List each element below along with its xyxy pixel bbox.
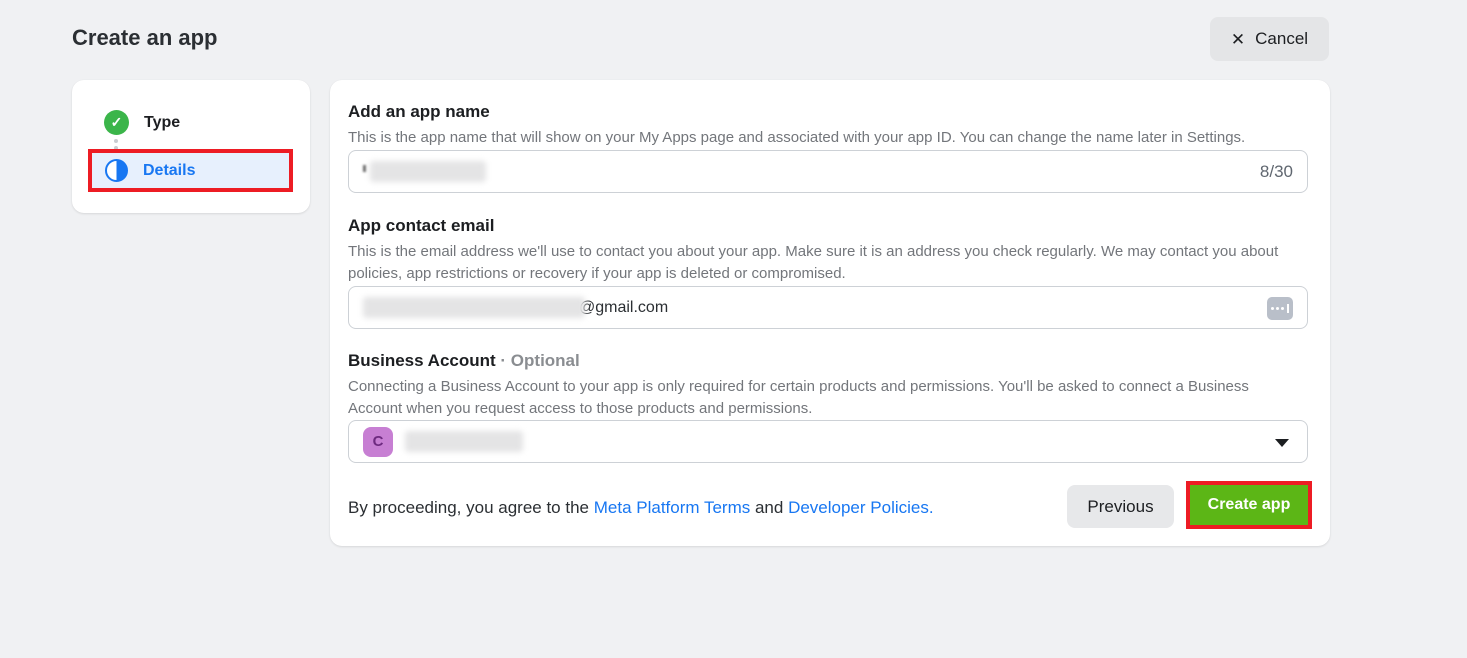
contact-email-label: App contact email <box>348 216 494 236</box>
stepper-item-type-label: Type <box>144 114 180 132</box>
details-form-card: Add an app name This is the app name tha… <box>330 80 1330 546</box>
close-icon: ✕ <box>1231 31 1245 48</box>
stepper-connector-dot <box>114 139 118 143</box>
annotation-box-details: Details <box>88 149 293 192</box>
contact-email-input[interactable]: @gmail.com <box>348 286 1308 329</box>
redacted-app-name-value <box>370 161 486 182</box>
annotation-box-create-app: Create app <box>1186 481 1312 529</box>
cancel-button-label: Cancel <box>1255 29 1308 49</box>
business-avatar: C <box>363 427 393 457</box>
app-name-label: Add an app name <box>348 102 490 122</box>
redacted-text-fragment <box>363 165 366 172</box>
email-visible-suffix: @gmail.com <box>579 299 668 317</box>
stepper-card: ✓ Type Details <box>72 80 310 213</box>
stepper-item-type[interactable]: ✓ Type <box>104 110 180 135</box>
developer-policies-link[interactable]: Developer Policies. <box>788 498 934 517</box>
autofill-extension-icon[interactable] <box>1267 297 1293 320</box>
stepper-item-details[interactable]: Details <box>92 153 289 188</box>
meta-platform-terms-link[interactable]: Meta Platform Terms <box>594 498 751 517</box>
optional-tag: · Optional <box>496 351 580 370</box>
half-circle-progress-icon <box>105 159 128 182</box>
redacted-email-value <box>363 297 585 318</box>
create-app-page: { "header": { "title": "Create an app", … <box>0 0 1467 658</box>
business-account-label: Business Account · Optional <box>348 351 580 371</box>
business-account-description: Connecting a Business Account to your ap… <box>348 376 1300 420</box>
app-name-input[interactable]: 8/30 <box>348 150 1308 193</box>
page-title: Create an app <box>72 25 218 51</box>
contact-email-description: This is the email address we'll use to c… <box>348 241 1300 285</box>
app-name-char-counter: 8/30 <box>1260 162 1293 182</box>
previous-button[interactable]: Previous <box>1067 485 1174 528</box>
checkmark-circle-icon: ✓ <box>104 110 129 135</box>
cancel-button[interactable]: ✕ Cancel <box>1210 17 1329 61</box>
redacted-business-name <box>405 431 523 452</box>
stepper-item-details-label: Details <box>143 162 195 180</box>
terms-agreement-text: By proceeding, you agree to the Meta Pla… <box>348 498 934 518</box>
app-name-description: This is the app name that will show on y… <box>348 127 1300 149</box>
business-account-dropdown[interactable]: C <box>348 420 1308 463</box>
chevron-down-icon <box>1275 439 1289 447</box>
create-app-button[interactable]: Create app <box>1190 485 1308 525</box>
